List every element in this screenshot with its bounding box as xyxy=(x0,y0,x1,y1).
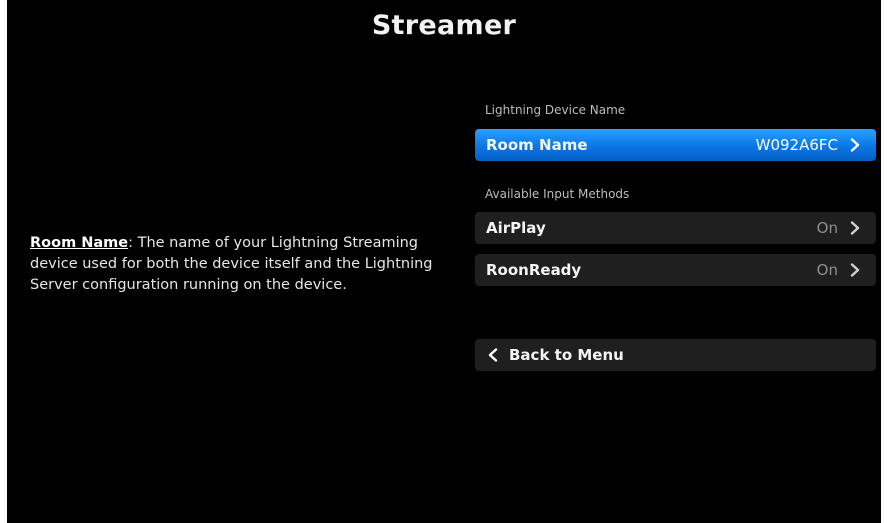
chevron-right-icon xyxy=(848,138,862,152)
page-title: Streamer xyxy=(371,10,517,41)
room-name-value: W092A6FC xyxy=(755,136,838,154)
room-name-label: Room Name xyxy=(486,136,588,154)
roonready-label: RoonReady xyxy=(486,261,582,279)
roonready-value: On xyxy=(816,261,838,279)
chevron-right-icon xyxy=(848,263,862,277)
help-term: Room Name xyxy=(30,235,129,251)
help-panel: Room Name: The name of your Lightning St… xyxy=(30,233,455,296)
chevron-right-icon xyxy=(848,221,862,235)
streamer-screen: Streamer Room Name: The name of your Lig… xyxy=(7,0,881,523)
roonready-row[interactable]: RoonReady On xyxy=(475,254,876,286)
section-label-device-name: Lightning Device Name xyxy=(485,103,626,117)
airplay-value: On xyxy=(816,219,838,237)
room-name-row[interactable]: Room Name W092A6FC xyxy=(475,129,876,161)
back-to-menu-label: Back to Menu xyxy=(509,346,624,364)
airplay-label: AirPlay xyxy=(486,219,546,237)
back-to-menu-button[interactable]: Back to Menu xyxy=(475,339,876,371)
airplay-row[interactable]: AirPlay On xyxy=(475,212,876,244)
chevron-left-icon xyxy=(486,348,500,362)
section-label-input-methods: Available Input Methods xyxy=(485,187,630,201)
